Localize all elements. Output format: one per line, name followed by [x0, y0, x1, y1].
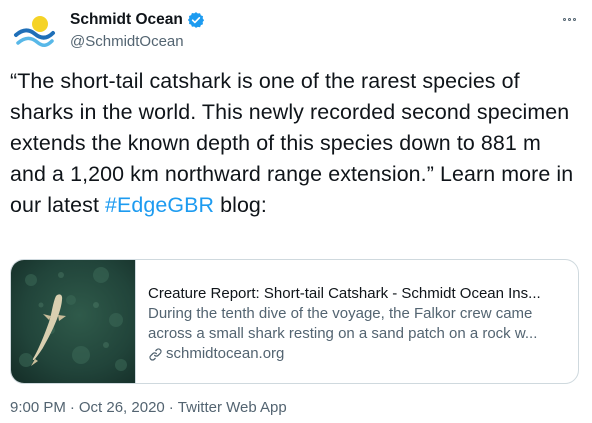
catshark-thumbnail-image [11, 260, 135, 383]
card-body[interactable]: Creature Report: Short-tail Catshark - S… [136, 260, 578, 383]
link-preview-card[interactable]: Creature Report: Short-tail Catshark - S… [10, 259, 579, 384]
verified-badge-icon [187, 11, 205, 29]
card-title[interactable]: Creature Report: Short-tail Catshark - S… [148, 284, 564, 304]
hashtag-link[interactable]: #EdgeGBR [105, 193, 214, 217]
tweet-text-end: blog: [214, 193, 267, 217]
meta-separator: · [69, 399, 75, 416]
avatar[interactable] [10, 8, 58, 56]
card-description-line-1: During the tenth dive of the voyage, the… [148, 305, 533, 322]
handle[interactable]: @SchmidtOcean [70, 33, 184, 50]
display-name[interactable]: Schmidt Ocean [70, 11, 183, 29]
tweet: Schmidt Ocean @SchmidtOcean “The short-t… [0, 0, 592, 423]
tweet-meta: 9:00 PM · Oct 26, 2020 · Twitter Web App [10, 399, 287, 416]
schmidt-ocean-logo-icon [10, 8, 58, 56]
more-horizontal-icon [562, 17, 566, 21]
card-description-line-2: across a small shark resting on a sand p… [148, 325, 538, 342]
tweet-text: “The short-tail catshark is one of the r… [10, 66, 582, 221]
tweet-source[interactable]: Twitter Web App [178, 399, 287, 416]
tweet-text-main: “The short-tail catshark is one of the r… [10, 69, 574, 217]
card-thumbnail[interactable] [11, 260, 136, 383]
meta-separator: · [168, 399, 174, 416]
card-domain[interactable]: schmidtocean.org [148, 344, 564, 364]
tweet-time[interactable]: 9:00 PM [10, 399, 66, 416]
tweet-date[interactable]: Oct 26, 2020 [79, 399, 165, 416]
more-options-button[interactable] [558, 8, 580, 30]
author-name-row[interactable]: Schmidt Ocean [70, 11, 205, 29]
card-domain-text[interactable]: schmidtocean.org [166, 344, 284, 364]
link-icon [148, 347, 163, 362]
